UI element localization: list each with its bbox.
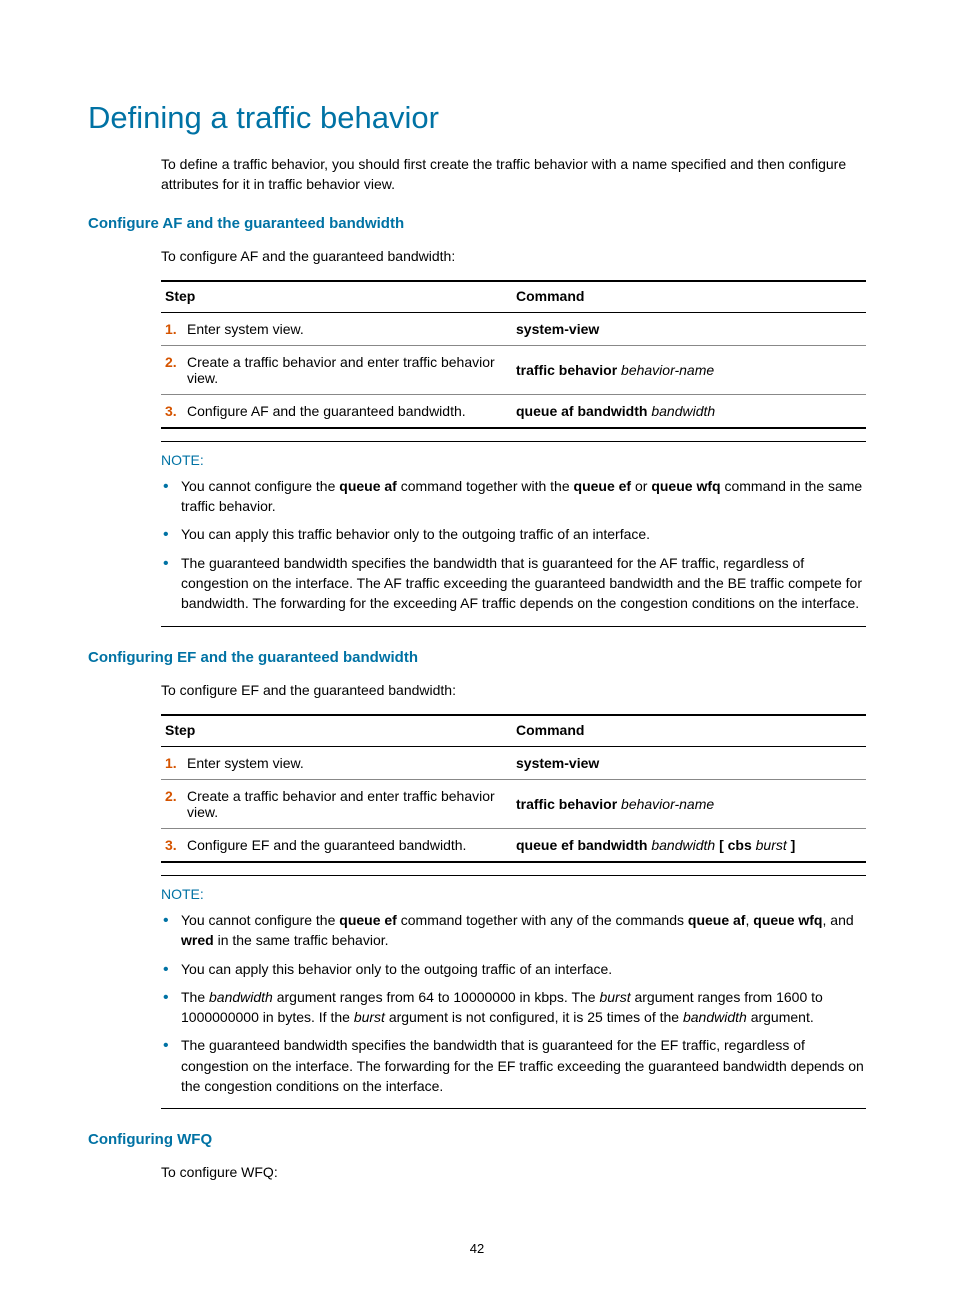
note-item: You cannot configure the queue ef comman… (181, 910, 866, 951)
note-label: NOTE: (161, 886, 866, 902)
note-item: You can apply this behavior only to the … (181, 959, 866, 979)
step-desc: Enter system view. (187, 755, 304, 771)
table-row: 3.Configure AF and the guaranteed bandwi… (161, 394, 866, 428)
command-cell: system-view (516, 312, 866, 345)
section-heading-af: Configure AF and the guaranteed bandwidt… (88, 215, 866, 232)
th-command: Command (516, 715, 866, 747)
command-cell: system-view (516, 746, 866, 779)
step-number: 2. (165, 354, 187, 370)
note-block-ef: NOTE: You cannot configure the queue ef … (161, 875, 866, 1109)
page-title: Defining a traffic behavior (88, 100, 866, 136)
table-row: 2.Create a traffic behavior and enter tr… (161, 779, 866, 828)
table-row: 1.Enter system view. system-view (161, 312, 866, 345)
command-cell: queue af bandwidth bandwidth (516, 394, 866, 428)
table-row: 1.Enter system view. system-view (161, 746, 866, 779)
section-heading-ef: Configuring EF and the guaranteed bandwi… (88, 649, 866, 666)
th-step: Step (161, 281, 516, 313)
command-cell: traffic behavior behavior-name (516, 345, 866, 394)
step-desc: Enter system view. (187, 321, 304, 337)
section-heading-wfq: Configuring WFQ (88, 1131, 866, 1148)
table-af: Step Command 1.Enter system view. system… (161, 280, 866, 429)
note-block-af: NOTE: You cannot configure the queue af … (161, 441, 866, 627)
command-cell: queue ef bandwidth bandwidth [ cbs burst… (516, 828, 866, 862)
note-item: The guaranteed bandwidth specifies the b… (181, 553, 866, 614)
step-number: 3. (165, 403, 187, 419)
step-number: 3. (165, 837, 187, 853)
note-item: The guaranteed bandwidth specifies the b… (181, 1035, 866, 1096)
step-desc: Configure AF and the guaranteed bandwidt… (187, 403, 466, 419)
command-cell: traffic behavior behavior-name (516, 779, 866, 828)
table-ef: Step Command 1.Enter system view. system… (161, 714, 866, 863)
table-row: 2.Create a traffic behavior and enter tr… (161, 345, 866, 394)
step-desc: Create a traffic behavior and enter traf… (187, 788, 496, 820)
step-number: 1. (165, 755, 187, 771)
step-desc: Configure EF and the guaranteed bandwidt… (187, 837, 466, 853)
page-number: 42 (0, 1241, 954, 1256)
step-number: 1. (165, 321, 187, 337)
note-item: You cannot configure the queue af comman… (181, 476, 866, 517)
step-desc: Create a traffic behavior and enter traf… (187, 354, 496, 386)
th-command: Command (516, 281, 866, 313)
note-label: NOTE: (161, 452, 866, 468)
intro-paragraph: To define a traffic behavior, you should… (161, 154, 866, 195)
note-item: You can apply this traffic behavior only… (181, 524, 866, 544)
th-step: Step (161, 715, 516, 747)
note-item: The bandwidth argument ranges from 64 to… (181, 987, 866, 1028)
lead-wfq: To configure WFQ: (161, 1162, 866, 1182)
step-number: 2. (165, 788, 187, 804)
table-row: 3.Configure EF and the guaranteed bandwi… (161, 828, 866, 862)
lead-ef: To configure EF and the guaranteed bandw… (161, 680, 866, 700)
lead-af: To configure AF and the guaranteed bandw… (161, 246, 866, 266)
